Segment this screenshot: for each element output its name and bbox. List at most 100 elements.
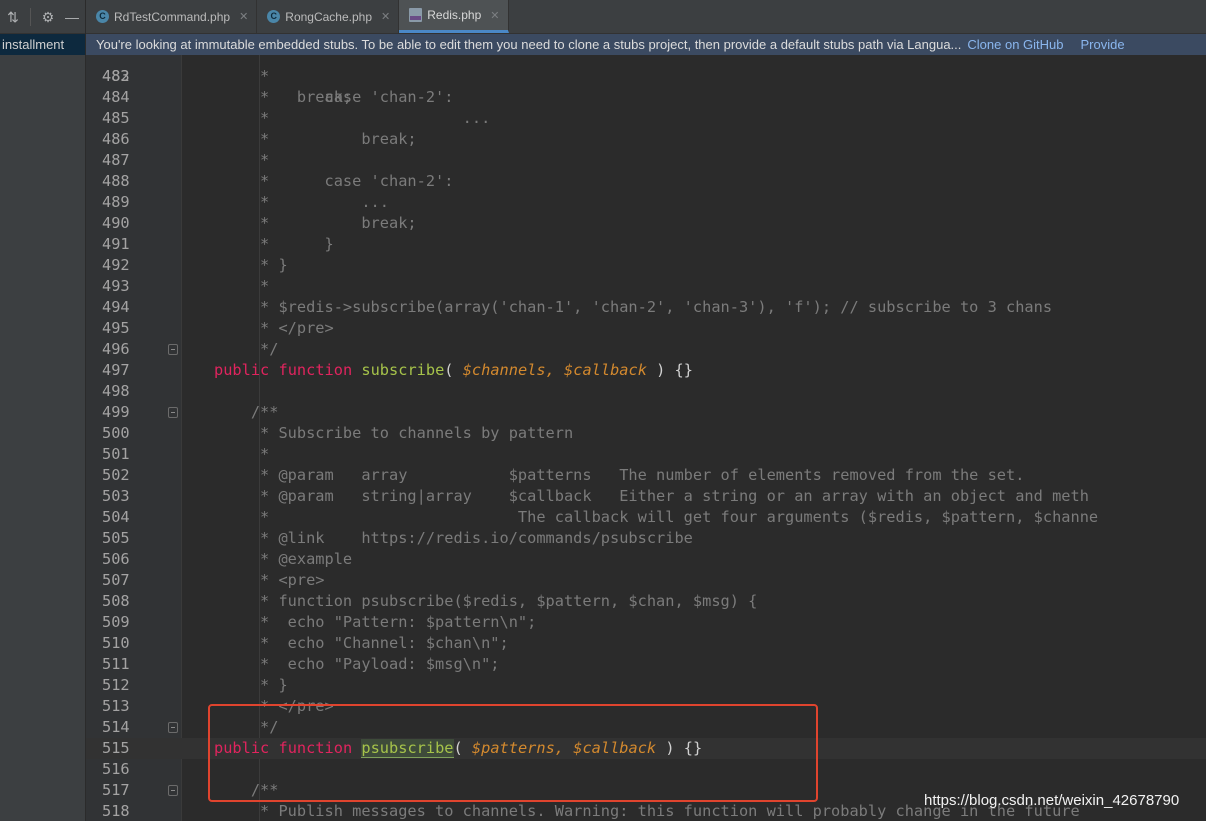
code-text: * ...	[214, 193, 389, 211]
project-panel: ⇅ ⚙ — installment	[0, 0, 86, 821]
code-text: * Subscribe to channels by pattern	[214, 424, 574, 442]
line-number: 516	[102, 760, 130, 778]
line-number: 510	[102, 634, 130, 652]
project-tree-item[interactable]: installment	[0, 34, 85, 55]
project-toolbar: ⇅ ⚙ —	[0, 0, 85, 34]
fold-marker-icon[interactable]	[168, 785, 178, 796]
banner-message: You're looking at immutable embedded stu…	[96, 37, 962, 52]
code-line: 483 *	[86, 66, 1206, 87]
code-text: * echo "Pattern: $pattern\n";	[214, 613, 537, 631]
code-text: *	[214, 445, 270, 463]
line-number: 515	[102, 739, 130, 757]
code-text: public function psubscribe( $patterns, $…	[214, 738, 702, 759]
close-icon[interactable]: ✕	[381, 10, 390, 23]
code-line: 488 * case 'chan-2':	[86, 171, 1206, 192]
code-text: * echo "Payload: $msg\n";	[214, 655, 500, 673]
code-line: 482 break;	[86, 55, 1206, 106]
code-line: 505 * @link https://redis.io/commands/ps…	[86, 528, 1206, 549]
line-number: 506	[102, 550, 130, 568]
code-line: 500 * Subscribe to channels by pattern	[86, 423, 1206, 444]
code-text: * break;	[214, 130, 417, 148]
code-line: 496 */	[86, 339, 1206, 360]
line-number: 509	[102, 613, 130, 631]
code-line: 491 * }	[86, 234, 1206, 255]
code-text: *	[214, 151, 270, 169]
minimize-icon[interactable]: —	[65, 10, 79, 24]
punctuation: ) {}	[656, 739, 703, 757]
function-name: psubscribe	[361, 739, 454, 758]
punctuation: (	[453, 739, 472, 757]
code-text: * case 'chan-2':	[214, 88, 454, 106]
code-text: * The callback will get four arguments (…	[214, 508, 1099, 526]
code-line: 485 * ...	[86, 108, 1206, 129]
code-text: * </pre>	[214, 319, 334, 337]
code-text: * }	[214, 256, 288, 274]
line-number: 503	[102, 487, 130, 505]
stubs-notification-banner: You're looking at immutable embedded stu…	[86, 34, 1206, 55]
line-number: 495	[102, 319, 130, 337]
code-text: public function subscribe( $channels, $c…	[214, 360, 693, 381]
line-number: 485	[102, 109, 130, 127]
line-number: 489	[102, 193, 130, 211]
code-line: 507 * <pre>	[86, 570, 1206, 591]
code-text: /**	[214, 781, 279, 799]
fold-marker-icon[interactable]	[168, 344, 178, 355]
line-number: 498	[102, 382, 130, 400]
code-text: * ...	[214, 109, 491, 127]
code-line: 499 /**	[86, 402, 1206, 423]
close-icon[interactable]: ✕	[239, 10, 248, 23]
php-stub-file-icon	[409, 8, 423, 22]
close-icon[interactable]: ✕	[490, 9, 499, 22]
line-number: 486	[102, 130, 130, 148]
code-text: * <pre>	[214, 571, 325, 589]
line-number: 494	[102, 298, 130, 316]
line-number: 500	[102, 424, 130, 442]
code-line: 489 * ...	[86, 192, 1206, 213]
collapse-all-icon[interactable]: ⇅	[6, 10, 20, 24]
fold-marker-icon[interactable]	[168, 722, 178, 733]
code-text: * case 'chan-2':	[214, 172, 454, 190]
code-text: /**	[214, 403, 279, 421]
code-text: * $redis->subscribe(array('chan-1', 'cha…	[214, 298, 1053, 316]
code-text: * }	[214, 235, 334, 253]
code-text: * break;	[214, 214, 417, 232]
line-number: 507	[102, 571, 130, 589]
line-number: 488	[102, 172, 130, 190]
tab-rdtestcommand[interactable]: C RdTestCommand.php ✕	[86, 0, 258, 33]
line-number: 487	[102, 151, 130, 169]
line-number: 511	[102, 655, 130, 673]
php-class-icon: C	[96, 10, 109, 23]
code-line: 506 * @example	[86, 549, 1206, 570]
line-number: 493	[102, 277, 130, 295]
code-line: 514 */	[86, 717, 1206, 738]
gear-icon[interactable]: ⚙	[41, 10, 55, 24]
code-text: * @link https://redis.io/commands/psubsc…	[214, 529, 693, 547]
code-line: 492 * }	[86, 255, 1206, 276]
tab-rongcache[interactable]: C RongCache.php ✕	[257, 0, 400, 33]
tab-redis[interactable]: Redis.php ✕	[399, 0, 509, 33]
line-number: 514	[102, 718, 130, 736]
code-line: 498	[86, 381, 1206, 402]
provide-link[interactable]: Provide	[1081, 37, 1125, 52]
line-number: 505	[102, 529, 130, 547]
keyword-public: public	[214, 361, 270, 379]
php-class-icon: C	[267, 10, 281, 23]
code-editor[interactable]: 482 break; 483 * 484 * case 'chan-2': 485 …	[86, 55, 1206, 821]
code-text: *	[214, 277, 270, 295]
code-line: 512 * }	[86, 675, 1206, 696]
line-number: 497	[102, 361, 130, 379]
code-line: 484 * case 'chan-2':	[86, 87, 1206, 108]
code-text: * </pre>	[214, 697, 334, 715]
fold-marker-icon[interactable]	[168, 407, 178, 418]
code-text: * @param string|array $callback Either a…	[214, 487, 1089, 505]
code-line: 494 * $redis->subscribe(array('chan-1', …	[86, 297, 1206, 318]
line-number: 518	[102, 802, 130, 820]
line-number: 491	[102, 235, 130, 253]
function-name: subscribe	[361, 361, 445, 379]
code-text: * function psubscribe($redis, $pattern, …	[214, 592, 758, 610]
line-number: 492	[102, 256, 130, 274]
clone-on-github-link[interactable]: Clone on GitHub	[967, 37, 1063, 52]
line-number: 499	[102, 403, 130, 421]
line-number: 504	[102, 508, 130, 526]
code-line: 497 public function subscribe( $channels,…	[86, 360, 1206, 381]
